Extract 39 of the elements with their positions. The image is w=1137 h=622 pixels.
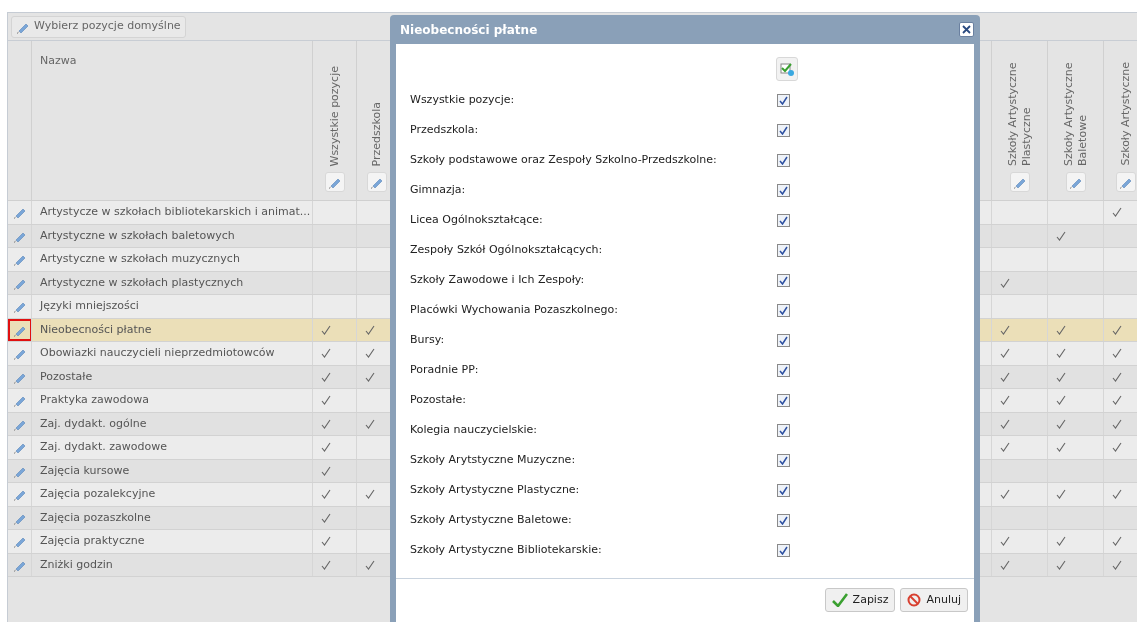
field-label: Zespoły Szkół Ogólnokształcących:	[409, 241, 604, 258]
field-label: Szkoły Arytstyczne Muzyczne:	[409, 451, 577, 468]
table-cell: Nieobecności płatne	[40, 321, 152, 338]
table-cell: Zniżki godzin	[40, 556, 113, 573]
field-label: Pozostałe:	[409, 391, 467, 408]
table-cell-text: Obowiazki nauczycieli nieprzedmiotowców	[40, 345, 275, 361]
table-cell: Zajęcia kursowe	[40, 462, 130, 479]
table-cell: Pozostałe	[40, 368, 93, 385]
column-header: Wszystkie pozycje	[327, 65, 342, 166]
table-cell-text: Zajęcia pozalekcyjne	[40, 486, 156, 502]
table-cell: Artystyczne w szkołach baletowych	[40, 227, 235, 244]
column-header: Nazwa	[40, 54, 77, 67]
table-cell-text: Zajęcia praktyczne	[40, 533, 145, 549]
table-cell-text: Języki mniejszości	[40, 298, 139, 314]
table-cell-text: Praktyka zawodowa	[40, 392, 149, 408]
field-label: Szkoły podstawowe oraz Zespoły Szkolno-Przedszkolne:	[409, 151, 718, 168]
table-cell-text: Artystyczne w szkołach muzycznych	[40, 251, 240, 267]
field-label: Licea Ogólnokształcące:	[409, 211, 544, 228]
table-cell: Zaj. dydakt. ogólne	[40, 415, 147, 432]
table-cell: Zajęcia pozaszkolne	[40, 509, 151, 526]
dialog-title: Nieobecności płatne	[399, 21, 538, 39]
field-label: Szkoły Artystyczne Plastyczne:	[409, 481, 581, 498]
field-label: Placówki Wychowania Pozaszkolnego:	[409, 301, 619, 318]
field-label: Bursy:	[409, 331, 446, 348]
table-cell-text: Zaj. dydakt. zawodowe	[40, 439, 167, 455]
field-label: Gimnazja:	[409, 181, 467, 198]
field-label: Kolegia nauczycielskie:	[409, 421, 539, 438]
field-label: Szkoły Artystyczne Bibliotekarskie:	[409, 541, 603, 558]
field-label: Poradnie PP:	[409, 361, 480, 378]
column-header: Szkoły Artystyczne	[1118, 62, 1133, 166]
field-label: Szkoły Artystyczne Baletowe:	[409, 511, 573, 528]
table-cell: Artystyczne w szkołach plastycznych	[40, 274, 244, 291]
field-label: Szkoły Zawodowe i Ich Zespoły:	[409, 271, 586, 288]
field-label: Wszystkie pozycje:	[409, 91, 516, 108]
column-header: Przedszkola	[369, 101, 384, 166]
table-cell-text: Artystycze w szkołach bibliotekarskich i animat...	[40, 204, 311, 220]
column-header: Szkoły Artystyczne Plastyczne	[1005, 61, 1034, 166]
field-label: Przedszkola:	[409, 121, 480, 138]
column-header: Szkoły Artystyczne Baletowe	[1061, 61, 1090, 166]
